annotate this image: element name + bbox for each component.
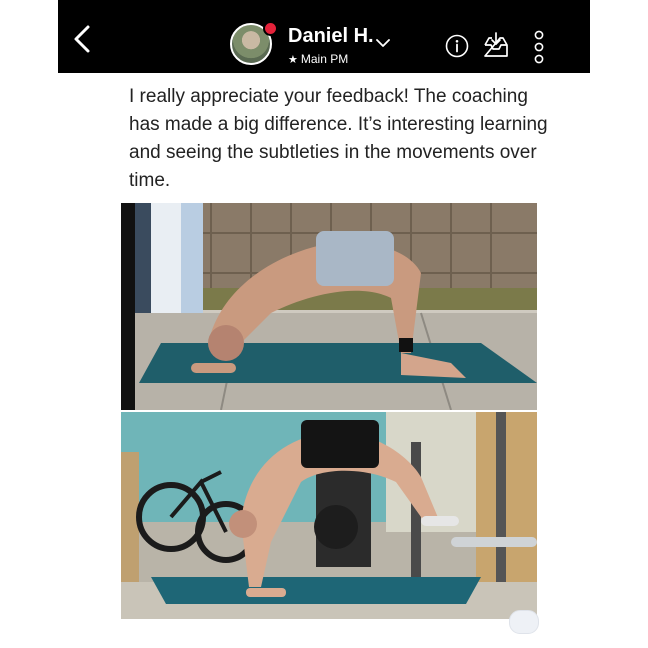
more-vertical-icon[interactable]: [532, 30, 546, 64]
contact-subtitle: ★ Main PM: [288, 52, 348, 66]
star-icon: ★: [288, 54, 298, 66]
back-arrow-icon[interactable]: [68, 24, 98, 54]
info-icon[interactable]: [445, 34, 469, 58]
inbox-download-icon[interactable]: [481, 31, 511, 61]
contact-name[interactable]: Daniel H.: [288, 25, 374, 48]
chevron-down-icon[interactable]: [375, 37, 391, 49]
presence-dot: [263, 21, 278, 36]
reaction-button[interactable]: [509, 610, 539, 634]
attachment-photo-backyard[interactable]: [121, 203, 537, 410]
contact-subtitle-text: Main PM: [300, 52, 349, 66]
conversation-header: Daniel H. ★ Main PM: [58, 0, 590, 73]
attachment-photo-gym[interactable]: [121, 412, 537, 619]
message-text: I really appreciate your feedback! The c…: [129, 86, 548, 191]
